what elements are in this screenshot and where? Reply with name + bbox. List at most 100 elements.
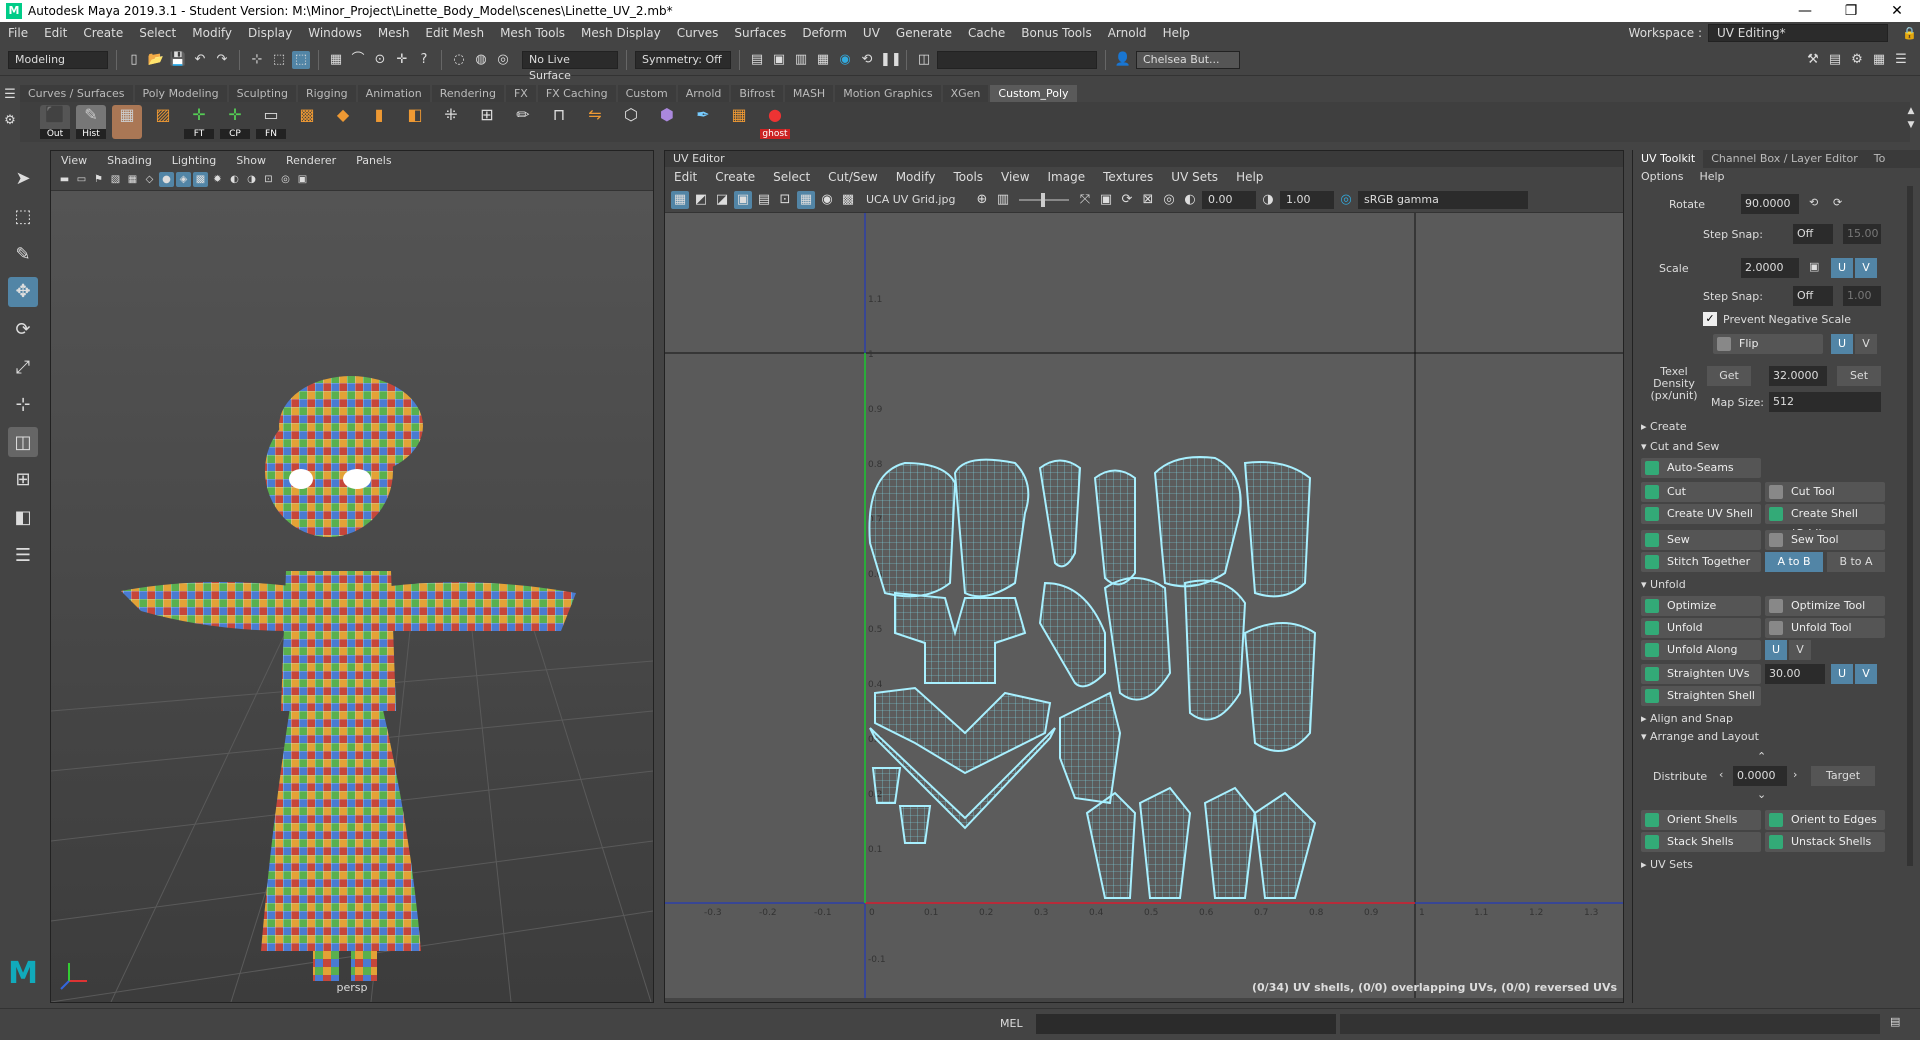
menu-modify[interactable]: Modify xyxy=(184,26,240,40)
menu-mesh[interactable]: Mesh xyxy=(370,26,418,40)
history-icon[interactable]: ◍ xyxy=(472,51,490,69)
unfold-v-button[interactable]: V xyxy=(1789,640,1811,660)
uv-filter-icon[interactable]: ▩ xyxy=(839,191,857,209)
symmetry-dropdown[interactable]: Symmetry: Off xyxy=(635,50,731,69)
texel-set-button[interactable]: Set xyxy=(1837,366,1881,386)
create-uv-shell-button[interactable]: Create UV Shell xyxy=(1641,504,1761,524)
snap-curve-icon[interactable]: ⌒ xyxy=(349,51,367,69)
smooth-shade-icon[interactable]: ● xyxy=(159,172,174,187)
distribute-up-icon[interactable]: ⌃ xyxy=(1757,750,1766,763)
shelf-box-icon[interactable]: ⬡ xyxy=(616,105,646,139)
menu-create[interactable]: Create xyxy=(75,26,131,40)
distribute-field[interactable]: 0.0000 xyxy=(1733,766,1787,786)
shelf-tab-rigging[interactable]: Rigging xyxy=(297,85,356,102)
shelf-pencil-icon[interactable]: ✏ xyxy=(508,105,538,139)
shelf-tab-custom-poly[interactable]: Custom_Poly xyxy=(990,85,1077,102)
menu-file[interactable]: File xyxy=(0,26,36,40)
menu-windows[interactable]: Windows xyxy=(300,26,370,40)
scale-u-button[interactable]: U xyxy=(1831,258,1853,278)
section-unfold[interactable]: ▾ Unfold xyxy=(1641,578,1686,591)
shelf-insert-edge-icon[interactable]: ⊓ xyxy=(544,105,574,139)
shelf-tab-motion-graphics[interactable]: Motion Graphics xyxy=(835,85,941,102)
shelf-settings-icon[interactable]: ⚙ xyxy=(1,112,19,130)
xray-icon[interactable]: ◎ xyxy=(278,172,293,187)
open-scene-icon[interactable]: 📂 xyxy=(147,51,165,69)
mode-dropdown[interactable]: Modeling xyxy=(8,50,108,69)
live-surface-field[interactable]: No Live Surface xyxy=(522,50,618,82)
perspective-viewport[interactable]: View Shading Lighting Show Renderer Pane… xyxy=(50,150,654,1003)
stack-shells-button[interactable]: Stack Shells xyxy=(1641,832,1761,852)
shelf-tab-arnold[interactable]: Arnold xyxy=(677,85,730,102)
minimize-icon[interactable]: — xyxy=(1782,3,1828,19)
uv-image-range-icon[interactable]: ▥ xyxy=(994,191,1012,209)
snap-live-icon[interactable]: ? xyxy=(415,51,433,69)
move-tool-icon[interactable]: ✥ xyxy=(8,276,38,307)
tab-uv-toolkit[interactable]: UV Toolkit xyxy=(1633,150,1704,168)
uv-shaded-icon[interactable]: ◩ xyxy=(692,191,710,209)
select-component-icon[interactable]: ⬚ xyxy=(292,50,310,69)
scale-field[interactable]: 2.0000 xyxy=(1741,258,1799,278)
sew-button[interactable]: Sew xyxy=(1641,530,1761,550)
scale-v-button[interactable]: V xyxy=(1855,258,1877,278)
redo-icon[interactable]: ↷ xyxy=(213,51,231,69)
menu-help[interactable]: Help xyxy=(1155,26,1198,40)
straighten-uvs-button[interactable]: Straighten UVs xyxy=(1641,664,1761,684)
scale-copy-icon[interactable]: ▣ xyxy=(1809,260,1819,273)
layer-editor-icon[interactable]: ☰ xyxy=(1892,51,1910,69)
menu-edit-mesh[interactable]: Edit Mesh xyxy=(417,26,492,40)
snap-grid-icon[interactable]: ▦ xyxy=(327,51,345,69)
straighten-shell-button[interactable]: Straighten Shell xyxy=(1641,686,1761,706)
toolkit-menu-help[interactable]: Help xyxy=(1691,168,1732,186)
shelf-scroll[interactable]: ▲ ▼ xyxy=(1902,102,1920,142)
uv-menu-edit[interactable]: Edit xyxy=(665,170,706,184)
menu-edit[interactable]: Edit xyxy=(36,26,75,40)
uv-distortion-icon[interactable]: ⊡ xyxy=(776,191,794,209)
lasso-tool-icon[interactable]: ⬚ xyxy=(8,202,38,232)
viewport-scene[interactable]: persp xyxy=(50,191,654,1003)
construction-icon[interactable]: ◎ xyxy=(494,51,512,69)
uv-exposure-slider[interactable] xyxy=(1019,192,1069,207)
toolkit-scrollbar[interactable] xyxy=(1907,186,1913,866)
rotate-field[interactable]: 90.0000 xyxy=(1741,194,1799,214)
vp-menu-panels[interactable]: Panels xyxy=(346,154,401,167)
restore-icon[interactable]: ❐ xyxy=(1828,3,1874,19)
uv-image-name[interactable]: UCA UV Grid.jpg xyxy=(860,191,970,209)
uv-menu-tools[interactable]: Tools xyxy=(944,170,992,184)
tab-channel-box[interactable]: Channel Box / Layer Editor xyxy=(1703,150,1866,168)
distribute-left-icon[interactable]: ‹ xyxy=(1719,768,1723,781)
shelf-merge-icon[interactable]: ⁜ xyxy=(436,105,466,139)
channel-box-icon[interactable]: ▦ xyxy=(1870,51,1888,69)
shelf-tab-bifrost[interactable]: Bifrost xyxy=(731,85,783,102)
vp-menu-renderer[interactable]: Renderer xyxy=(276,154,346,167)
uv-menu-select[interactable]: Select xyxy=(764,170,819,184)
section-create[interactable]: ▸ Create xyxy=(1641,420,1687,433)
chevron-down-icon[interactable]: ▼ xyxy=(1902,120,1920,130)
shelf-grid-icon[interactable]: ▦ xyxy=(724,105,754,139)
textured-icon[interactable]: ▩ xyxy=(193,172,208,187)
outliner-pane-icon[interactable]: ☰ xyxy=(8,540,38,570)
cmd-language-label[interactable]: MEL xyxy=(1000,1017,1023,1030)
shelf-cube-icon[interactable]: ◆ xyxy=(328,105,358,139)
wire-on-shaded-icon[interactable]: ◈ xyxy=(176,172,191,187)
toolkit-menu-options[interactable]: Options xyxy=(1633,168,1691,186)
menu-generate[interactable]: Generate xyxy=(888,26,960,40)
create-shell-grid-button[interactable]: Create Shell (Grid) xyxy=(1765,504,1885,540)
resolution-gate-icon[interactable]: ▣ xyxy=(295,172,310,187)
uv-menu-uv-sets[interactable]: UV Sets xyxy=(1162,170,1227,184)
orient-edges-button[interactable]: Orient to Edges xyxy=(1765,810,1885,830)
menu-mesh-tools[interactable]: Mesh Tools xyxy=(492,26,573,40)
unstack-shells-button[interactable]: Unstack Shells xyxy=(1765,832,1885,852)
shelf-checker-icon[interactable]: ▦ xyxy=(112,105,142,139)
unfold-u-button[interactable]: U xyxy=(1765,640,1787,660)
step-snap2-value[interactable]: 1.00 xyxy=(1843,286,1881,306)
shelf-bevel-icon[interactable]: ◧ xyxy=(400,105,430,139)
workspace-dropdown[interactable]: UV Editing* xyxy=(1708,24,1888,42)
ao-icon[interactable]: ◑ xyxy=(244,172,259,187)
hypershade-icon[interactable]: ◉ xyxy=(836,51,854,69)
vp-menu-shading[interactable]: Shading xyxy=(97,154,162,167)
step-snap-angle[interactable]: 15.00 xyxy=(1843,224,1881,244)
menu-deform[interactable]: Deform xyxy=(794,26,855,40)
menu-bonus-tools[interactable]: Bonus Tools xyxy=(1013,26,1099,40)
single-pane-icon[interactable]: ◫ xyxy=(8,427,38,458)
close-icon[interactable]: ✕ xyxy=(1874,3,1920,19)
